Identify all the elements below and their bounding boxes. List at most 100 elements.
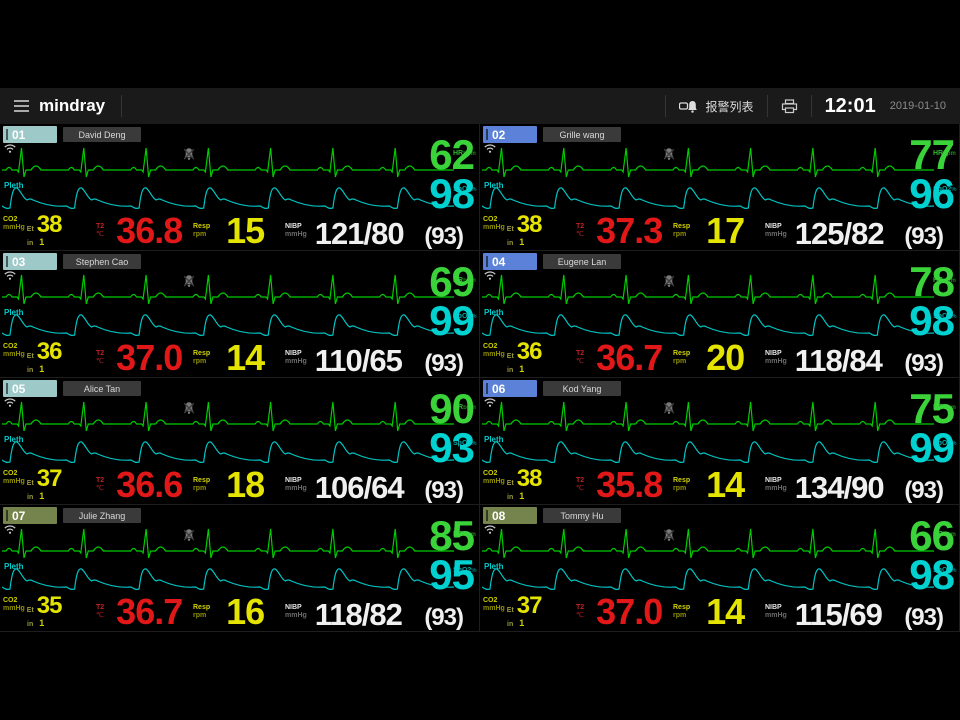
- nibp-group: NIBPmmHg 115/69: [765, 602, 882, 628]
- co2-value: 37: [37, 469, 62, 489]
- pleth-waveform: [482, 563, 934, 593]
- patient-tile-header: 04 Eugene Lan: [483, 253, 621, 270]
- pleth-waveform: [2, 309, 454, 339]
- patient-tile[interactable]: 02 Grille wang HRbpm 77 Pleth SpO2%: [480, 124, 960, 251]
- bed-number-badge[interactable]: 07: [3, 507, 57, 524]
- patient-name[interactable]: David Deng: [63, 127, 141, 142]
- resp-label: Resprpm: [193, 604, 210, 622]
- nibp-value: 106/64: [315, 475, 404, 501]
- bed-number-badge[interactable]: 04: [483, 253, 537, 270]
- ecg-waveform: [2, 272, 454, 308]
- nibp-mean-value: (93): [424, 227, 463, 247]
- co2-inspired: in1: [507, 237, 524, 247]
- print-button[interactable]: [781, 99, 798, 114]
- spo2-value: 95: [429, 556, 474, 594]
- bed-number-badge[interactable]: 03: [3, 253, 57, 270]
- patient-tile[interactable]: 07 Julie Zhang HRbpm 85 Pleth SpO2%: [0, 505, 480, 632]
- mindray-logo: mindray: [39, 96, 105, 116]
- badge-bar: [6, 383, 8, 394]
- vitals-row: CO2mmHg Et 37 in1 T2℃ 36.6 Resprpm: [3, 469, 467, 501]
- resp-group: Resprpm 14: [673, 470, 765, 501]
- co2-et-label: Et: [507, 607, 514, 614]
- spo2-value: 98: [909, 302, 954, 340]
- spo2-value: 98: [429, 175, 474, 213]
- patient-tile[interactable]: 08 Tommy Hu HRbpm 66 Pleth SpO2% 98: [480, 505, 960, 632]
- ecg-waveform: [482, 145, 934, 181]
- resp-group: Resprpm 14: [193, 343, 285, 374]
- patient-tile[interactable]: 04 Eugene Lan HRbpm 78 Pleth SpO2% 9: [480, 251, 960, 378]
- nibp-value: 121/80: [315, 221, 404, 247]
- resp-label: Resprpm: [193, 223, 210, 241]
- resp-label: Resprpm: [673, 604, 690, 622]
- patient-name[interactable]: Eugene Lan: [543, 254, 621, 269]
- bed-number: 08: [492, 509, 505, 523]
- pleth-waveform: [482, 436, 934, 466]
- nibp-label: NIBPmmHg: [285, 477, 307, 495]
- co2-et-label: Et: [27, 607, 34, 614]
- t2-value: 37.0: [596, 597, 662, 628]
- bed-number-badge[interactable]: 05: [3, 380, 57, 397]
- ecg-waveform: [482, 272, 934, 308]
- co2-label: CO2mmHg: [483, 343, 505, 361]
- co2-inspired: in1: [507, 364, 524, 374]
- alarm-off-icon: [662, 528, 676, 542]
- nibp-mean-value: (93): [424, 354, 463, 374]
- nibp-label: NIBPmmHg: [765, 477, 787, 495]
- pleth-waveform: [482, 182, 934, 212]
- t2-value: 35.8: [596, 470, 662, 501]
- resp-label: Resprpm: [673, 223, 690, 241]
- patient-tile[interactable]: 05 Alice Tan HRbpm 90 Pleth SpO2% 93: [0, 378, 480, 505]
- co2-inspired: in1: [27, 491, 44, 501]
- patient-name[interactable]: Stephen Cao: [63, 254, 141, 269]
- t2-value: 36.7: [116, 597, 182, 628]
- patient-name[interactable]: Alice Tan: [63, 381, 141, 396]
- spo2-value: 93: [429, 429, 474, 467]
- bed-number-badge[interactable]: 06: [483, 380, 537, 397]
- t2-label: T2℃: [96, 223, 104, 241]
- patient-name[interactable]: Julie Zhang: [63, 508, 141, 523]
- nibp-mean-value: (93): [904, 227, 943, 247]
- bed-number-badge[interactable]: 01: [3, 126, 57, 143]
- co2-group: CO2mmHg Et 37 in1: [3, 469, 96, 501]
- co2-group: CO2mmHg Et 38 in1: [483, 215, 576, 247]
- alarm-off-icon: [182, 528, 196, 542]
- alarm-list-label: 报警列表: [706, 98, 754, 115]
- patient-tile[interactable]: 01 David Deng HRbpm 62 Pleth SpO2% 9: [0, 124, 480, 251]
- co2-label: CO2mmHg: [3, 216, 25, 234]
- resp-value: 20: [706, 343, 744, 374]
- alarm-list-button[interactable]: 报警列表: [679, 98, 754, 115]
- resp-value: 16: [226, 597, 264, 628]
- patient-tile[interactable]: 06 Kod Yang HRbpm 75 Pleth SpO2% 99: [480, 378, 960, 505]
- nibp-value: 110/65: [315, 348, 402, 374]
- hr-value: 66: [909, 517, 954, 555]
- bed-number-badge[interactable]: 02: [483, 126, 537, 143]
- patient-tile[interactable]: 03 Stephen Cao HRbpm 69 Pleth SpO2%: [0, 251, 480, 378]
- nibp-mean-value: (93): [424, 608, 463, 628]
- t2-label: T2℃: [96, 350, 104, 368]
- clock-time: 12:01: [825, 95, 876, 118]
- nibp-label: NIBPmmHg: [285, 350, 307, 368]
- t2-label: T2℃: [576, 477, 584, 495]
- resp-label: Resprpm: [673, 477, 690, 495]
- alarm-off-icon: [182, 147, 196, 161]
- patient-name[interactable]: Grille wang: [543, 127, 621, 142]
- co2-value: 36: [517, 342, 542, 362]
- patient-grid: 01 David Deng HRbpm 62 Pleth SpO2% 9: [0, 124, 960, 632]
- patient-name[interactable]: Tommy Hu: [543, 508, 621, 523]
- nibp-mean-value: (93): [904, 354, 943, 374]
- nibp-group: NIBPmmHg 110/65: [285, 348, 402, 374]
- co2-value: 38: [37, 215, 62, 235]
- vitals-row: CO2mmHg Et 35 in1 T2℃ 36.7 Resprpm: [3, 596, 467, 628]
- badge-bar: [6, 510, 8, 521]
- bed-number: 05: [12, 382, 25, 396]
- patient-name[interactable]: Kod Yang: [543, 381, 621, 396]
- spo2-value: 96: [909, 175, 954, 213]
- co2-et-label: Et: [507, 226, 514, 233]
- bed-number-badge[interactable]: 08: [483, 507, 537, 524]
- menu-icon[interactable]: [14, 100, 29, 112]
- header-divider: [767, 95, 768, 117]
- header-divider: [811, 95, 812, 117]
- co2-value: 37: [517, 596, 542, 616]
- pleth-waveform: [2, 563, 454, 593]
- t2-label: T2℃: [96, 477, 104, 495]
